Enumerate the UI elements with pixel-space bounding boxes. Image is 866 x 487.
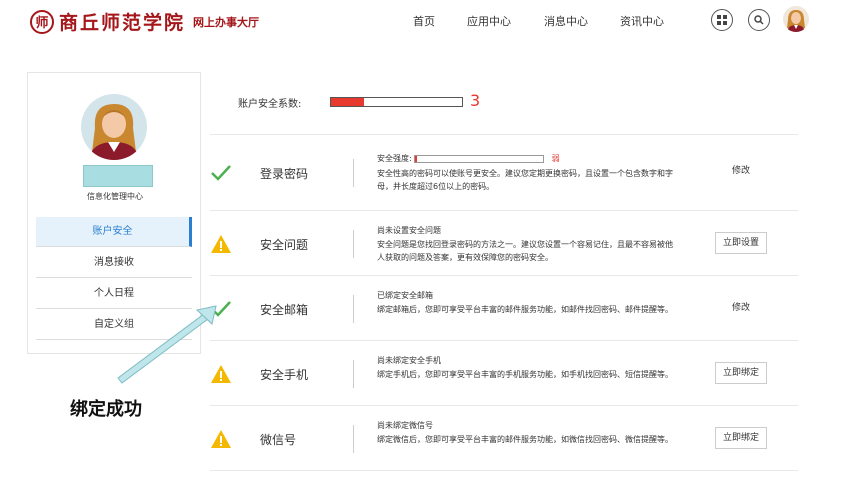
school-logo[interactable]: 师 商丘师范学院 网上办事大厅 (30, 8, 259, 35)
user-name-placeholder (83, 165, 153, 187)
row-title: 微信号 (260, 433, 297, 447)
row-status: 已绑定安全邮箱 (377, 291, 433, 300)
menu-custom-group[interactable]: 自定义组 (36, 310, 192, 340)
service-hall-title: 网上办事大厅 (193, 15, 260, 29)
check-icon (211, 165, 231, 181)
row-title: 登录密码 (260, 167, 309, 181)
row-divider (353, 295, 354, 323)
modify-password-link[interactable]: 修改 (715, 165, 767, 177)
row-description: 绑定邮箱后，您即可享受平台丰富的邮件服务功能，如邮件找回密码、邮件提醒等。 (377, 305, 673, 314)
school-seal-icon: 师 (30, 9, 54, 34)
row-description: 绑定微信后，您即可享受平台丰富的邮件服务功能，如微信找回密码、微信提醒等。 (377, 435, 673, 444)
warning-icon (211, 365, 231, 383)
security-row-question: 安全问题 尚未设置安全问题 安全问题是您找回登录密码的方法之一。建议您设置一个容… (210, 212, 798, 276)
security-level-bar (330, 97, 463, 107)
menu-message-receive[interactable]: 消息接收 (36, 248, 192, 278)
nav-app-center[interactable]: 应用中心 (467, 13, 511, 29)
row-divider (353, 159, 354, 187)
row-title: 安全邮箱 (260, 303, 309, 317)
modify-email-link[interactable]: 修改 (715, 302, 767, 314)
warning-icon (211, 235, 231, 253)
warning-icon (211, 430, 231, 448)
menu-personal-schedule[interactable]: 个人日程 (36, 279, 192, 309)
security-row-email: 安全邮箱 已绑定安全邮箱 绑定邮箱后，您即可享受平台丰富的邮件服务功能，如邮件找… (210, 277, 798, 341)
school-name: 商丘师范学院 (59, 12, 186, 34)
strength-value: 弱 (551, 154, 560, 163)
set-question-button[interactable]: 立即设置 (715, 232, 767, 254)
strength-fill (414, 155, 418, 162)
row-title: 安全手机 (260, 368, 309, 382)
bind-phone-button[interactable]: 立即绑定 (715, 362, 767, 384)
row-status: 尚未绑定微信号 (377, 421, 433, 430)
security-level-label: 账户安全系数: (238, 99, 302, 110)
row-divider (353, 425, 354, 453)
nav-news-center[interactable]: 资讯中心 (620, 13, 664, 29)
row-description: 安全问题是您找回登录密码的方法之一。建议您设置一个容易记住，且最不容易被他人获取… (377, 240, 673, 262)
account-sidebar: 信息化管理中心 账户安全 消息接收 个人日程 自定义组 (27, 72, 201, 354)
nav-message-center[interactable]: 消息中心 (544, 13, 588, 29)
row-status: 尚未设置安全问题 (377, 226, 441, 235)
check-icon (211, 301, 231, 317)
menu-account-security[interactable]: 账户安全 (36, 217, 192, 247)
strength-label: 安全强度: (377, 154, 412, 163)
strength-bar (413, 154, 544, 163)
search-icon[interactable] (748, 9, 770, 31)
security-row-phone: 安全手机 尚未绑定安全手机 绑定手机后，您即可享受平台丰富的手机服务功能，如手机… (210, 342, 798, 406)
row-status: 尚未绑定安全手机 (377, 356, 441, 365)
security-level-score: 3 (470, 91, 481, 110)
apps-grid-icon[interactable] (711, 9, 733, 31)
top-header: 师 商丘师范学院 网上办事大厅 首页 应用中心 消息中心 资讯中心 (0, 0, 866, 44)
user-avatar[interactable] (783, 6, 809, 32)
row-description: 安全性高的密码可以使账号更安全。建议您定期更换密码，且设置一个包含数字和字母，并… (377, 169, 673, 191)
row-title: 安全问题 (260, 238, 309, 252)
security-row-wechat: 微信号 尚未绑定微信号 绑定微信后，您即可享受平台丰富的邮件服务功能，如微信找回… (210, 407, 798, 471)
bind-wechat-button[interactable]: 立即绑定 (715, 427, 767, 449)
profile-avatar (81, 94, 147, 160)
department-label: 信息化管理中心 (87, 192, 143, 201)
security-level-fill (331, 98, 364, 106)
row-divider (353, 360, 354, 388)
security-row-password: 登录密码 安全强度: 弱 安全性高的密码可以使账号更安全。建议您定期更换密码，且… (210, 135, 798, 211)
annotation-label: 绑定成功 (70, 399, 142, 420)
row-divider (353, 230, 354, 258)
password-strength: 安全强度: 弱 (377, 153, 560, 164)
nav-home[interactable]: 首页 (413, 13, 435, 29)
row-description: 绑定手机后，您即可享受平台丰富的手机服务功能，如手机找回密码、短信提醒等。 (377, 370, 673, 379)
